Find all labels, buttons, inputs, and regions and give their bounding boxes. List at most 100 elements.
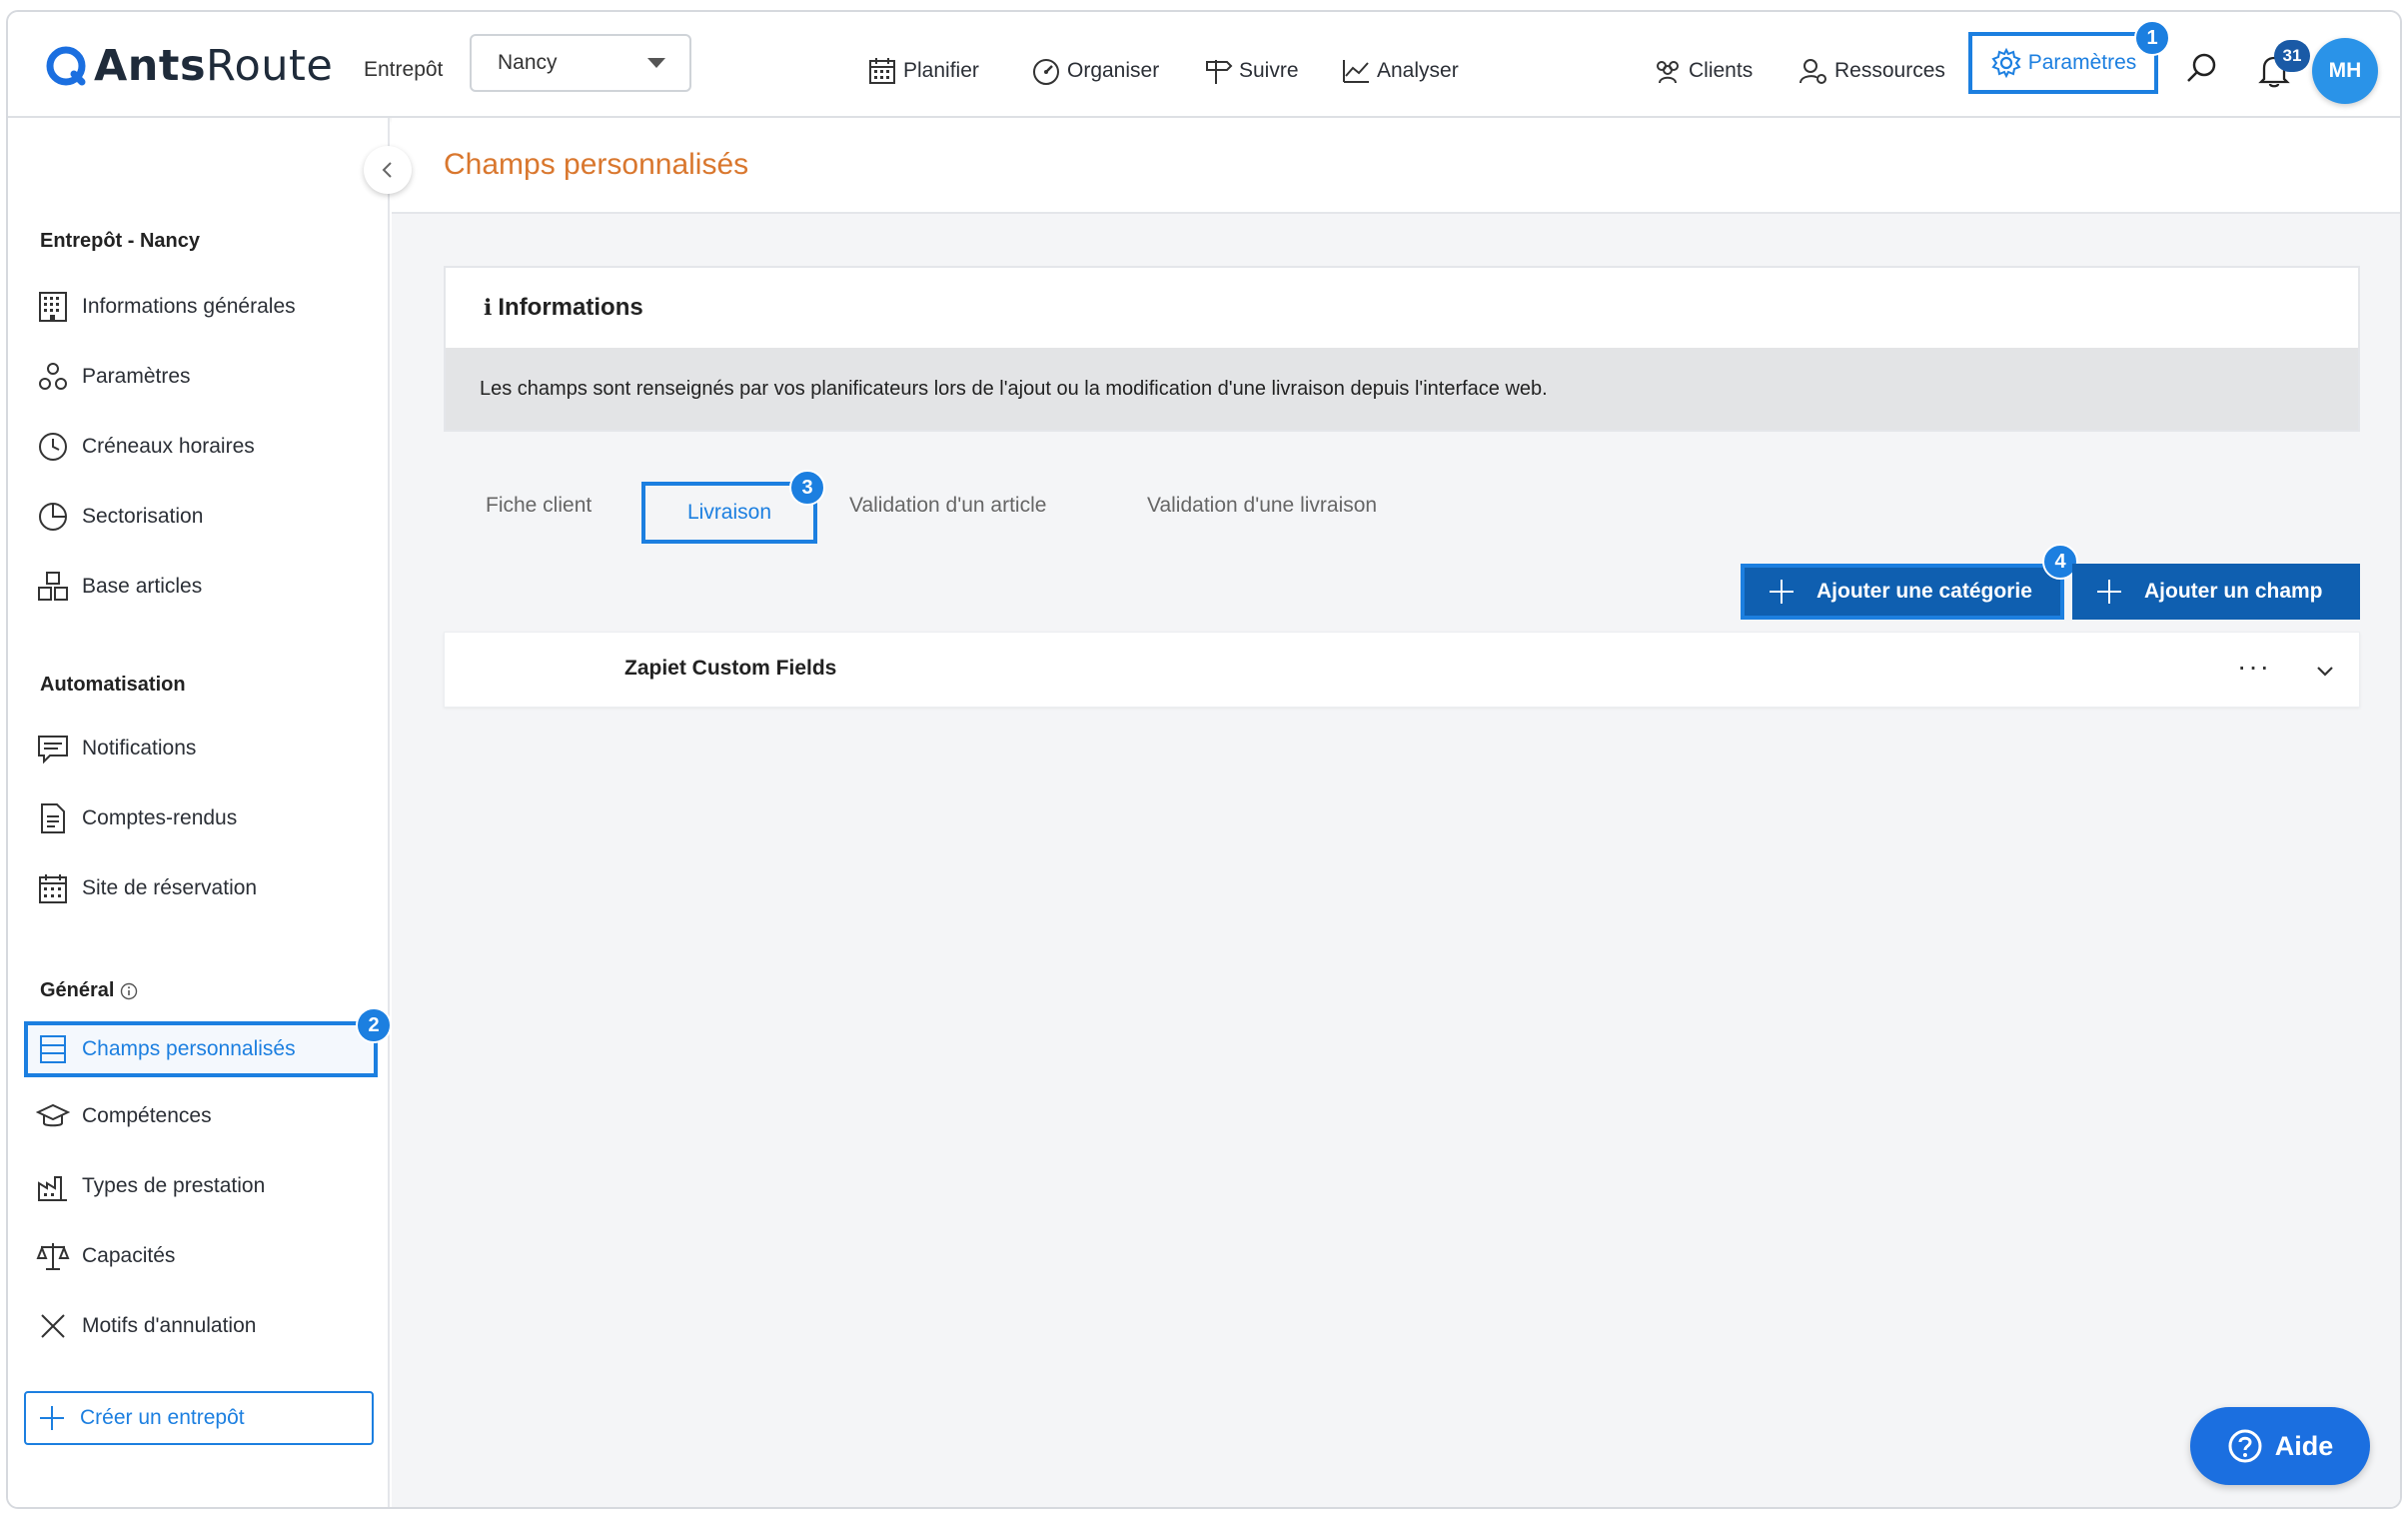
warehouse-select[interactable]: Nancy (470, 34, 691, 92)
calendar-grid-icon (39, 874, 67, 903)
category-name: Zapiet Custom Fields (624, 657, 837, 680)
plus-icon (2097, 580, 2121, 604)
search-icon (2187, 53, 2216, 82)
nav-clients-label: Clients (1689, 59, 1754, 82)
app-window: AntsRoute Entrepôt Nancy Planifier Organ… (6, 10, 2402, 1509)
info-i-icon: ℹ (484, 295, 493, 321)
factory-icon (38, 1176, 67, 1201)
info-card-title: ℹ Informations (484, 294, 643, 322)
gauge-icon (1033, 59, 1059, 85)
sidebar-item-label: Compétences (82, 1104, 212, 1127)
warehouse-label: Entrepôt (364, 58, 444, 81)
sidebar-item-sectorisation[interactable]: Sectorisation (36, 500, 203, 534)
scales-icon (36, 1243, 70, 1270)
pie-chart-icon (39, 503, 67, 531)
nav-planifier-label: Planifier (903, 59, 979, 82)
info-card-title-text: Informations (498, 294, 643, 321)
message-icon (38, 736, 68, 764)
user-gear-icon (1800, 59, 1826, 84)
sidebar-item-base-articles[interactable]: Base articles (36, 570, 202, 604)
nav-analyser[interactable]: Analyser (1341, 56, 1459, 86)
chevron-down-icon[interactable] (2313, 659, 2337, 683)
search-button[interactable] (2182, 48, 2222, 88)
sidebar-item-label: Informations générales (82, 295, 296, 318)
add-field-label: Ajouter un champ (2144, 580, 2323, 603)
collapse-sidebar-button[interactable] (364, 146, 412, 194)
sidebar-item-label: Créneaux horaires (82, 435, 255, 458)
antsroute-logo[interactable]: AntsRoute (44, 38, 333, 94)
sidebar-item-label: Notifications (82, 737, 197, 759)
sidebar-item-notifications[interactable]: Notifications (36, 732, 196, 765)
sidebar-item-label: Base articles (82, 575, 203, 598)
add-field-button[interactable]: Ajouter un champ (2072, 564, 2360, 620)
caret-down-icon (647, 58, 665, 68)
sidebar-item-label: Site de réservation (82, 876, 258, 899)
boxes-icon (38, 572, 68, 601)
nav-parametres-label: Paramètres (2027, 51, 2137, 74)
tab-validation-livraison[interactable]: Validation d'une livraison (1147, 494, 1377, 518)
sidebar-item-types-prestation[interactable]: Types de prestation (36, 1169, 265, 1203)
sidebar-item-site-reservation[interactable]: Site de réservation (36, 871, 257, 905)
sidebar-item-label: Types de prestation (82, 1174, 266, 1197)
nav-suivre-label: Suivre (1239, 59, 1299, 82)
page-title: Champs personnalisés (444, 148, 749, 181)
sidebar-item-parametres[interactable]: Paramètres (36, 360, 191, 394)
nav-parametres[interactable]: Paramètres (1968, 32, 2158, 94)
nav-analyser-label: Analyser (1377, 59, 1459, 82)
tab-fiche-client[interactable]: Fiche client (486, 494, 592, 518)
more-options-icon[interactable]: ··· (2237, 651, 2271, 683)
info-icon[interactable] (120, 982, 138, 1000)
create-warehouse-button[interactable]: Créer un entrepôt (24, 1391, 374, 1445)
help-button[interactable]: Aide (2190, 1407, 2370, 1485)
create-warehouse-label: Créer un entrepôt (80, 1406, 245, 1429)
gear-icon (1991, 47, 2021, 79)
sidebar-item-label: Motifs d'annulation (82, 1314, 257, 1337)
tab-validation-article[interactable]: Validation d'un article (849, 494, 1046, 518)
step-marker-2: 2 (356, 1007, 392, 1043)
chart-icon (1343, 60, 1369, 83)
add-category-button[interactable]: Ajouter une catégorie (1741, 564, 2064, 620)
warehouse-select-value: Nancy (498, 51, 558, 74)
plus-icon (1770, 580, 1794, 604)
nav-planifier[interactable]: Planifier (867, 56, 979, 86)
info-card: ℹ Informations Les champs sont renseigné… (444, 266, 2360, 432)
help-button-label: Aide (2274, 1430, 2334, 1461)
section-title-automation: Automatisation (40, 674, 186, 696)
main-content: Champs personnalisés ℹ Informations Les … (392, 118, 2400, 1507)
section-title-general: Général (40, 979, 138, 1002)
nav-organiser[interactable]: Organiser (1031, 56, 1159, 86)
clock-icon (39, 433, 67, 461)
sidebar-item-creneaux-horaires[interactable]: Créneaux horaires (36, 430, 255, 464)
page-header: Champs personnalisés (392, 118, 2400, 214)
nav-ressources[interactable]: Ressources (1799, 56, 1945, 86)
nav-clients[interactable]: Clients (1653, 56, 1753, 86)
add-category-label: Ajouter une catégorie (1816, 580, 2032, 603)
x-icon (41, 1314, 65, 1338)
sidebar-item-label: Paramètres (82, 365, 191, 388)
sidebar-item-champs-personnalises[interactable]: Champs personnalisés (24, 1021, 378, 1077)
sidebar-item-informations-generales[interactable]: Informations générales (36, 290, 296, 324)
sidebar-item-label: Champs personnalisés (82, 1037, 296, 1060)
category-row[interactable]: Zapiet Custom Fields ··· (444, 632, 2360, 708)
user-avatar[interactable]: MH (2312, 38, 2378, 104)
info-card-body: Les champs sont renseignés par vos plani… (446, 348, 2358, 430)
nav-suivre[interactable]: Suivre (1203, 56, 1299, 86)
sidebar-item-capacites[interactable]: Capacités (36, 1239, 175, 1273)
sidebar-item-motifs-annulation[interactable]: Motifs d'annulation (36, 1309, 256, 1343)
calendar-icon (869, 58, 895, 84)
question-circle-icon (2228, 1429, 2262, 1463)
document-icon (41, 803, 65, 833)
sidebar-item-competences[interactable]: Compétences (36, 1099, 212, 1133)
graduation-cap-icon (36, 1103, 70, 1127)
sidebar-item-comptes-rendus[interactable]: Comptes-rendus (36, 801, 237, 835)
step-marker-3: 3 (789, 470, 825, 506)
settings-nodes-icon (39, 363, 67, 390)
section-title-warehouse: Entrepôt - Nancy (40, 230, 201, 252)
fields-icon (40, 1035, 66, 1063)
section-title-general-label: Général (40, 979, 115, 1001)
nav-organiser-label: Organiser (1067, 59, 1160, 82)
sidebar-item-label: Capacités (82, 1244, 176, 1267)
building-icon (39, 292, 67, 322)
top-bar: AntsRoute Entrepôt Nancy Planifier Organ… (8, 12, 2400, 118)
plus-icon (40, 1406, 64, 1430)
